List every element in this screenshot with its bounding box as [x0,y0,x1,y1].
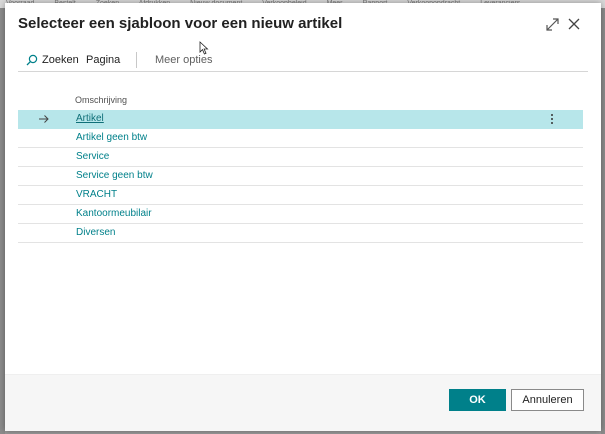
template-list: Omschrijving Artikel Artikel geen btw Se… [18,92,583,243]
background-page-right [601,8,605,434]
more-options-label: Meer opties [155,54,213,66]
action-toolbar: Zoeken Pagina Meer opties [18,50,588,72]
list-item[interactable]: Kantoormeubilair [18,205,583,224]
close-icon [568,18,580,30]
dialog-header: Selecteer een sjabloon voor een nieuw ar… [5,3,601,45]
more-vertical-icon [551,114,553,124]
list-item-label: Artikel [76,113,104,124]
page-label: Pagina [86,54,121,66]
template-dialog: Selecteer een sjabloon voor een nieuw ar… [5,3,601,431]
list-item-label: Service [76,151,110,162]
page-menu[interactable]: Pagina [86,52,120,68]
list-item-label: Service geen btw [76,170,153,181]
list-item[interactable]: VRACHT [18,186,583,205]
expand-icon [545,17,559,31]
list-item-label: VRACHT [76,189,118,200]
list-item[interactable]: Service [18,148,583,167]
ok-button[interactable]: OK [449,389,506,411]
dialog-footer: OK Annuleren [5,374,601,431]
close-button[interactable] [565,15,583,33]
list-item-label: Artikel geen btw [76,132,148,143]
expand-button[interactable] [543,15,561,33]
list-item-label: Diversen [76,227,116,238]
cancel-button[interactable]: Annuleren [511,389,584,411]
arrow-right-icon [38,110,52,128]
list-item[interactable]: Service geen btw [18,167,583,186]
row-more-button[interactable] [547,110,557,128]
search-icon [26,54,38,66]
list-item-label: Kantoormeubilair [76,208,152,219]
mouse-cursor-icon [199,41,209,55]
search-button[interactable]: Zoeken [26,52,79,68]
list-item[interactable]: Artikel [18,110,583,129]
dialog-title: Selecteer een sjabloon voor een nieuw ar… [18,15,343,32]
toolbar-divider [136,52,137,68]
list-item[interactable]: Diversen [18,224,583,243]
column-header-description[interactable]: Omschrijving [18,92,583,110]
search-label: Zoeken [42,54,79,66]
list-item[interactable]: Artikel geen btw [18,129,583,148]
